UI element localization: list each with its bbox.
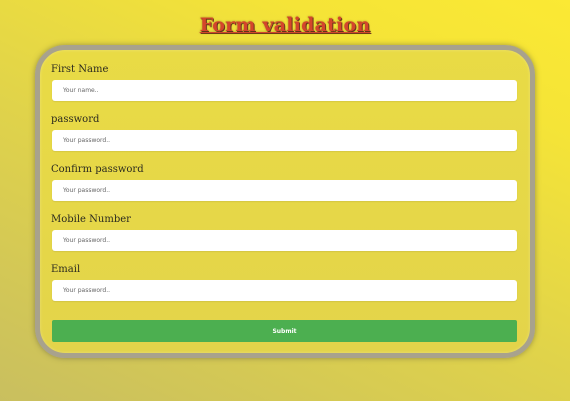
email-input[interactable] xyxy=(52,280,517,301)
password-label: password xyxy=(51,114,100,125)
password-input[interactable] xyxy=(52,130,517,151)
submit-button[interactable]: Submit xyxy=(52,320,517,342)
email-label: Email xyxy=(51,264,81,275)
page-title: Form validation xyxy=(199,14,371,36)
confirm-password-input[interactable] xyxy=(52,180,517,201)
first-name-input[interactable] xyxy=(52,80,517,101)
mobile-number-input[interactable] xyxy=(52,230,517,251)
mobile-number-label: Mobile Number xyxy=(51,214,131,225)
confirm-password-label: Confirm password xyxy=(51,164,144,175)
first-name-label: First Name xyxy=(51,64,109,75)
